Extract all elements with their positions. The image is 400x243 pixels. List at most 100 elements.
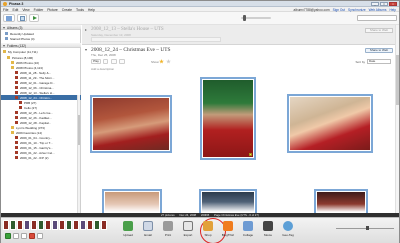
menu-folder[interactable]: Folder bbox=[34, 8, 44, 12]
menu-view[interactable]: View bbox=[22, 8, 29, 12]
tray-thumbnail[interactable] bbox=[3, 220, 9, 230]
tray-thumbnail[interactable] bbox=[73, 220, 79, 230]
folders-section-header[interactable]: Folders (132) bbox=[1, 43, 81, 48]
menu-create[interactable]: Create bbox=[62, 8, 72, 12]
tray-thumbnail[interactable] bbox=[38, 220, 44, 230]
tray-thumbnail[interactable] bbox=[94, 220, 100, 230]
menu-file[interactable]: File bbox=[3, 8, 8, 12]
filter-slider-knob[interactable] bbox=[243, 15, 246, 21]
expand-icon bbox=[3, 26, 5, 29]
import-button[interactable] bbox=[3, 14, 15, 22]
photo-thumbnail[interactable] bbox=[90, 95, 172, 153]
photo-thumbnail[interactable] bbox=[199, 189, 257, 215]
scrollbar-thumb[interactable] bbox=[396, 55, 399, 105]
star-icon[interactable] bbox=[159, 59, 164, 64]
share-to-web-button[interactable]: Share to Web bbox=[365, 48, 393, 53]
thumbnail-size-slider[interactable] bbox=[336, 226, 394, 230]
hold-icon[interactable] bbox=[5, 233, 11, 239]
folder-thumbnail-icon bbox=[15, 115, 18, 119]
folder-item[interactable]: 2009_01_22 - IFP (2) bbox=[1, 155, 81, 160]
upload-button[interactable]: Upload bbox=[119, 221, 137, 242]
folder-thumbnail-icon bbox=[15, 80, 18, 84]
menu-help[interactable]: Help bbox=[88, 8, 95, 12]
tray-thumbnail[interactable] bbox=[87, 220, 93, 230]
tray-thumbnail[interactable] bbox=[45, 220, 51, 230]
library-scrollbar[interactable] bbox=[77, 95, 80, 213]
shop-button[interactable]: Shop bbox=[199, 221, 217, 242]
tray-thumbnail[interactable] bbox=[101, 220, 107, 230]
previous-album-strip: 2008_12_13 – Stella's House – UTS Saturd… bbox=[82, 25, 399, 45]
play-button[interactable]: Play bbox=[91, 59, 101, 64]
collapse-icon[interactable] bbox=[85, 29, 87, 31]
album-item[interactable]: Starred Photos (4) bbox=[1, 36, 81, 41]
menu-tools[interactable]: Tools bbox=[76, 8, 84, 12]
tray-thumbnail[interactable] bbox=[66, 220, 72, 230]
photo-thumbnail[interactable] bbox=[314, 189, 368, 215]
section-label: Albums (3) bbox=[7, 25, 23, 30]
delete-icon[interactable] bbox=[103, 59, 108, 64]
new-album-button[interactable] bbox=[17, 14, 27, 22]
maximize-button[interactable]: □ bbox=[380, 2, 388, 6]
expand-icon[interactable] bbox=[85, 49, 87, 51]
slideshow-button[interactable] bbox=[29, 14, 39, 22]
sign-out-link[interactable]: Sign Out bbox=[333, 8, 345, 12]
blogthis-button[interactable]: BlogThis! bbox=[219, 221, 237, 242]
folder-my-computer[interactable]: My Computer (11,711) bbox=[1, 49, 81, 54]
folder-label: 2008_11_28 - Nelly &... bbox=[20, 70, 52, 75]
export-button[interactable]: Export bbox=[179, 221, 197, 242]
help-link[interactable]: Help bbox=[389, 8, 396, 12]
album-description[interactable]: Add a description bbox=[91, 67, 114, 71]
folder-label: 2008_12_25 - Let's Ge... bbox=[20, 110, 53, 115]
menu-edit[interactable]: Edit bbox=[12, 8, 18, 12]
upload-icon bbox=[123, 221, 133, 231]
folder-label: 2009_01_15 - Garrity's... bbox=[20, 145, 53, 150]
tray-thumbnail[interactable] bbox=[31, 220, 37, 230]
people-icon[interactable] bbox=[119, 59, 125, 64]
movie-icon bbox=[263, 221, 273, 231]
upload-label: Upload bbox=[123, 233, 133, 237]
album-icon bbox=[20, 16, 25, 21]
photo-thumbnail[interactable] bbox=[200, 77, 256, 160]
folder-label: 2008_12_01 - Garage D... bbox=[20, 80, 55, 85]
filter-slider[interactable] bbox=[241, 14, 271, 22]
print-button[interactable]: Print bbox=[159, 221, 177, 242]
export-label: Export bbox=[183, 233, 193, 237]
tray-thumbnail[interactable] bbox=[52, 220, 58, 230]
sort-select[interactable]: Date bbox=[367, 59, 391, 64]
sort-label: Sort by bbox=[355, 59, 365, 64]
photo-thumbnail[interactable] bbox=[102, 189, 162, 215]
movie-label: Movie bbox=[263, 233, 272, 237]
photo-thumbnail[interactable] bbox=[287, 94, 373, 153]
album-scrollbar[interactable] bbox=[395, 25, 399, 213]
scrollbar-thumb[interactable] bbox=[78, 115, 80, 145]
synchronize-link[interactable]: Synchronize bbox=[348, 8, 366, 12]
label-icon[interactable] bbox=[21, 233, 27, 239]
star-icon[interactable] bbox=[166, 59, 171, 64]
stop-icon[interactable] bbox=[29, 233, 35, 239]
previous-album-share-button[interactable]: Share to Web bbox=[365, 28, 393, 33]
close-button[interactable]: × bbox=[389, 2, 397, 6]
albums-section-header[interactable]: Albums (3) bbox=[1, 25, 81, 30]
menu-picture[interactable]: Picture bbox=[47, 8, 58, 12]
shop-icon bbox=[203, 221, 213, 231]
folder-label: My Computer (11,711) bbox=[8, 49, 38, 54]
tray-thumbnail[interactable] bbox=[80, 220, 86, 230]
toolbar bbox=[1, 12, 399, 25]
minimize-button[interactable]: _ bbox=[371, 2, 379, 6]
search-input[interactable] bbox=[357, 15, 397, 21]
rotate-icon[interactable] bbox=[37, 233, 43, 239]
tray-thumbnail[interactable] bbox=[24, 220, 30, 230]
clear-icon[interactable] bbox=[13, 233, 19, 239]
show-label: Show: bbox=[151, 59, 160, 64]
slider-knob[interactable] bbox=[366, 226, 369, 230]
movie-button[interactable]: Movie bbox=[259, 221, 277, 242]
album-title: 2008_12_24 – Christmas Eve – UTS bbox=[91, 46, 171, 53]
email-icon[interactable] bbox=[111, 59, 117, 64]
geotag-button[interactable]: Geo-Tag bbox=[279, 221, 297, 242]
tray-thumbnail[interactable] bbox=[10, 220, 16, 230]
tray-thumbnail[interactable] bbox=[59, 220, 65, 230]
collage-button[interactable]: Collage bbox=[239, 221, 257, 242]
tray-thumbnail[interactable] bbox=[17, 220, 23, 230]
web-albums-link[interactable]: Web Albums bbox=[369, 8, 387, 12]
email-button[interactable]: Email bbox=[139, 221, 157, 242]
